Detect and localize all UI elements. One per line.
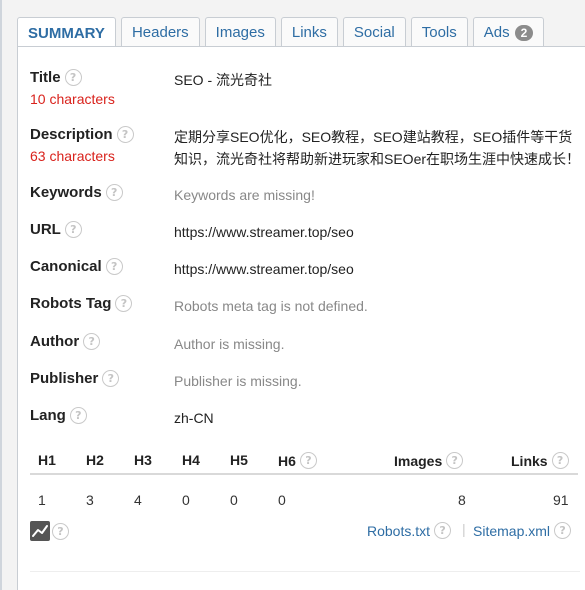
col-h3: H3 [134, 452, 152, 468]
headings-values-row: 1 3 4 0 0 0 8 91 [30, 487, 578, 515]
canonical-value: https://www.streamer.top/seo [174, 261, 354, 277]
publisher-label: Publisher [30, 370, 99, 387]
sitemap-link-wrap: Sitemap.xml ? [473, 522, 572, 539]
tab-images[interactable]: Images [204, 17, 276, 47]
tab-headers[interactable]: Headers [120, 17, 200, 47]
tab-label: Images [215, 24, 265, 41]
tab-label: Social [353, 24, 395, 41]
url-label: URL [30, 221, 61, 238]
robots-txt-link-wrap: Robots.txt ? [367, 522, 452, 539]
link-separator: | [462, 521, 466, 537]
col-images: Images? [394, 452, 464, 469]
help-icon[interactable]: ? [64, 69, 82, 86]
tab-social[interactable]: Social [342, 17, 406, 47]
robots-row: Robots Tag? Robots meta tag is not defin… [30, 295, 580, 319]
tab-tools[interactable]: Tools [410, 17, 468, 47]
headings-header-row: H1 H2 H3 H4 H5 H6? Images? Links? [30, 447, 578, 475]
extension-window: SUMMARY Headers Images Links Social Tool… [0, 0, 585, 590]
tab-ads[interactable]: Ads 2 [472, 17, 545, 47]
help-icon[interactable]: ? [64, 221, 82, 238]
canonical-row: Canonical? https://www.streamer.top/seo [30, 258, 580, 282]
lang-label: Lang [30, 407, 66, 424]
description-label: Description [30, 126, 113, 143]
value-h2: 3 [86, 492, 94, 508]
url-row: URL? https://www.streamer.top/seo [30, 221, 580, 245]
canonical-label: Canonical [30, 258, 102, 275]
robots-label: Robots Tag [30, 295, 112, 312]
tab-label: Links [291, 24, 327, 41]
help-icon[interactable]: ? [69, 407, 87, 424]
col-h2: H2 [86, 452, 104, 468]
help-icon[interactable]: ? [105, 184, 123, 201]
value-links: 91 [553, 492, 569, 508]
chart-icon-graphic [32, 525, 48, 537]
url-value: https://www.streamer.top/seo [174, 224, 354, 240]
publisher-row: Publisher? Publisher is missing. [30, 370, 580, 394]
title-char-count: 10 characters [30, 91, 115, 107]
author-row: Author? Author is missing. [30, 333, 580, 357]
help-icon[interactable]: ? [446, 452, 464, 469]
help-icon[interactable]: ? [116, 126, 134, 143]
col-h6-label: H6 [278, 452, 296, 469]
title-label: Title [30, 69, 61, 86]
tab-bar: SUMMARY Headers Images Links Social Tool… [17, 17, 545, 48]
lang-value: zh-CN [174, 410, 214, 426]
col-links: Links? [511, 452, 569, 469]
publisher-value: Publisher is missing. [174, 373, 302, 389]
value-h4: 0 [182, 492, 190, 508]
col-h5: H5 [230, 452, 248, 468]
col-images-label: Images [394, 452, 443, 469]
help-icon[interactable]: ? [551, 452, 569, 469]
robots-value: Robots meta tag is not defined. [174, 298, 368, 314]
value-h6: 0 [278, 492, 286, 508]
description-char-count: 63 characters [30, 148, 115, 164]
help-icon[interactable]: ? [102, 370, 120, 387]
col-h6: H6? [278, 452, 317, 469]
value-images: 8 [458, 492, 466, 508]
author-value: Author is missing. [174, 336, 285, 352]
lang-row: Lang? zh-CN [30, 407, 580, 431]
tab-label: SUMMARY [28, 24, 105, 42]
help-icon[interactable]: ? [83, 333, 101, 350]
author-label: Author [30, 333, 80, 350]
title-value: SEO - 流光奇社 [174, 72, 273, 88]
help-icon[interactable]: ? [105, 258, 123, 275]
help-icon[interactable]: ? [554, 522, 572, 539]
summary-panel: Title? 10 characters SEO - 流光奇社 Descript… [17, 46, 585, 590]
ads-count-badge: 2 [514, 24, 534, 41]
footer-bar: ? Robots.txt ? | Sitemap.xml ? [30, 517, 578, 547]
robots-txt-link[interactable]: Robots.txt [367, 523, 430, 539]
value-h5: 0 [230, 492, 238, 508]
col-links-label: Links [511, 452, 548, 469]
keywords-label: Keywords [30, 184, 102, 201]
title-row: Title? 10 characters SEO - 流光奇社 [30, 69, 580, 111]
help-icon[interactable]: ? [52, 523, 69, 540]
help-icon[interactable]: ? [299, 452, 317, 469]
tab-links[interactable]: Links [280, 17, 338, 47]
description-row: Description? 63 characters 定期分享SEO优化，SEO… [30, 126, 580, 172]
value-h1: 1 [38, 492, 46, 508]
help-icon[interactable]: ? [434, 522, 452, 539]
tab-label: Tools [421, 24, 457, 41]
keywords-row: Keywords? Keywords are missing! [30, 184, 580, 208]
col-h1: H1 [38, 452, 56, 468]
value-h3: 4 [134, 492, 142, 508]
sitemap-xml-link[interactable]: Sitemap.xml [473, 523, 550, 539]
keywords-value: Keywords are missing! [174, 187, 315, 203]
divider [30, 571, 580, 572]
col-h4: H4 [182, 452, 200, 468]
chart-icon[interactable] [30, 521, 50, 541]
tab-summary[interactable]: SUMMARY [17, 17, 116, 48]
tab-label: Ads [483, 24, 510, 41]
help-icon[interactable]: ? [115, 295, 133, 312]
description-value: 定期分享SEO优化，SEO教程，SEO建站教程，SEO插件等干货知识，流光奇社将… [174, 129, 581, 167]
tab-label: Headers [131, 24, 189, 41]
